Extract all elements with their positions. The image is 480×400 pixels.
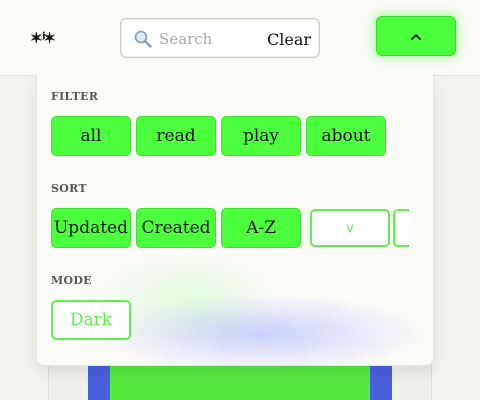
sort-direction-button[interactable]: v — [310, 209, 390, 247]
clear-button[interactable]: Clear — [267, 27, 311, 51]
mode-dark-button[interactable]: Dark — [51, 300, 131, 340]
search-box[interactable]: Clear — [120, 18, 320, 58]
menu-toggle-button[interactable] — [376, 16, 456, 56]
top-bar: ✶ʲ✶ Clear — [0, 0, 480, 76]
options-panel: FILTER all read play about SORT Updated … — [36, 74, 434, 374]
filter-read-button[interactable]: read — [136, 116, 216, 156]
sort-az-button[interactable]: A-Z — [221, 208, 301, 248]
sort-overflow-button[interactable] — [393, 209, 409, 247]
search-input[interactable] — [159, 26, 259, 52]
chevron-up-icon — [409, 27, 423, 46]
sort-label: SORT — [51, 182, 87, 195]
sort-created-button[interactable]: Created — [136, 208, 216, 248]
search-icon — [133, 29, 153, 49]
sort-updated-button[interactable]: Updated — [51, 208, 131, 248]
filter-all-button[interactable]: all — [51, 116, 131, 156]
filter-about-button[interactable]: about — [306, 116, 386, 156]
mode-label: MODE — [51, 274, 92, 287]
filter-play-button[interactable]: play — [221, 116, 301, 156]
panel-glow — [97, 294, 427, 374]
filter-label: FILTER — [51, 90, 99, 103]
site-logo[interactable]: ✶ʲ✶ — [30, 28, 60, 48]
